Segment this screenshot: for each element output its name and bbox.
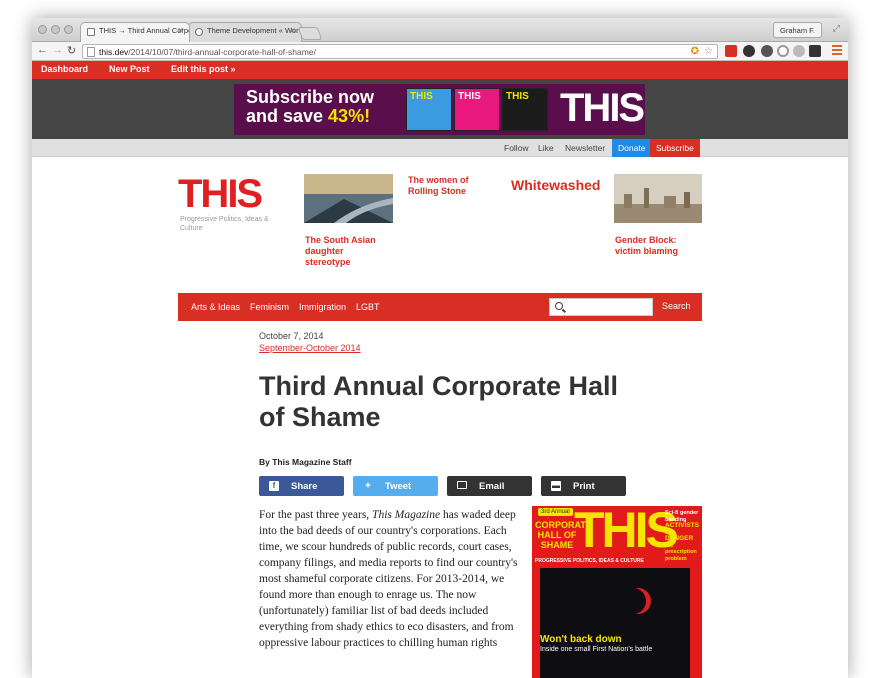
browser-toolbar: ← → ↻ this.dev/2014/10/07/third-annual-c… bbox=[32, 42, 848, 61]
subscribe-button[interactable]: Subscribe bbox=[650, 139, 700, 157]
banner-text: Subscribe now and save 43%! bbox=[246, 87, 375, 126]
search-icon bbox=[555, 302, 563, 310]
cover-hall-of-shame: CORPORATE HALL OF SHAME bbox=[535, 520, 592, 550]
cover-thumbnail: THIS bbox=[502, 88, 548, 131]
email-share-button[interactable]: Email bbox=[447, 476, 532, 496]
cover-headline: Won't back down bbox=[540, 634, 622, 645]
featured-headline-whitewashed[interactable]: Whitewashed bbox=[511, 177, 600, 193]
magazine-cover-image[interactable]: 3rd Annual CORPORATE HALL OF SHAME THIS … bbox=[532, 506, 702, 678]
cover-subtitle: PROGRESSIVE POLITICS, IDEAS & CULTURE bbox=[535, 558, 644, 564]
nav-item-immigration[interactable]: Immigration bbox=[299, 302, 346, 312]
fullscreen-icon[interactable]: ⤢ bbox=[833, 23, 840, 34]
extension-grey-icon[interactable] bbox=[793, 45, 805, 57]
featured-headline-rolling-stone[interactable]: The women of Rolling Stone bbox=[408, 175, 488, 197]
browser-window: THIS → Third Annual Corpo ✕ Theme Develo… bbox=[32, 18, 848, 678]
cover-badge: 3rd Annual bbox=[538, 508, 573, 516]
main-nav: Arts & Ideas Feminism Immigration LGBT S… bbox=[178, 293, 702, 321]
featured-headline-south-asian[interactable]: The South Asian daughter stereotype bbox=[305, 235, 390, 268]
nav-item-arts-ideas[interactable]: Arts & Ideas bbox=[191, 302, 240, 312]
featured-headline-gender-block[interactable]: Gender Block: victim blaming bbox=[615, 235, 700, 257]
wp-admin-bar: Dashboard New Post Edit this post » bbox=[32, 61, 848, 79]
page-viewport: Dashboard New Post Edit this post » Subs… bbox=[32, 61, 848, 678]
back-icon[interactable]: ← bbox=[37, 44, 48, 56]
chrome-menu-icon[interactable] bbox=[832, 45, 842, 57]
article-byline: By This Magazine Staff bbox=[259, 457, 352, 467]
url-text[interactable]: this.dev/2014/10/07/third-annual-corpora… bbox=[99, 47, 316, 57]
twitter-share-button[interactable]: ✦ Tweet bbox=[353, 476, 438, 496]
tab-theme-development[interactable]: Theme Development « Wor ✕ bbox=[188, 22, 302, 42]
close-tab-icon[interactable]: ✕ bbox=[177, 26, 184, 35]
social-bar: Follow Like Newsletter Donate Subscribe bbox=[32, 139, 848, 157]
maximize-window-button[interactable] bbox=[64, 25, 73, 34]
cover-side-text: Sci-fi gender bending ACTIVISTS IN DANGE… bbox=[665, 510, 699, 562]
cover-logo: THIS bbox=[574, 506, 679, 558]
close-window-button[interactable] bbox=[38, 25, 47, 34]
nav-item-feminism[interactable]: Feminism bbox=[250, 302, 289, 312]
forward-icon[interactable]: → bbox=[52, 44, 63, 56]
page-favicon-icon bbox=[87, 28, 95, 36]
issue-link[interactable]: September-October 2014 bbox=[259, 343, 361, 353]
follow-link[interactable]: Follow bbox=[498, 139, 535, 157]
cover-illustration bbox=[540, 568, 690, 678]
site-tagline: Progressive Politics, Ideas & Culture bbox=[180, 216, 269, 232]
featured-thumbnail-city[interactable] bbox=[614, 174, 702, 223]
extension-badge-icon[interactable] bbox=[725, 45, 737, 57]
envelope-icon bbox=[457, 481, 467, 489]
page-icon bbox=[87, 47, 95, 57]
facebook-icon: f bbox=[269, 481, 279, 491]
search-box[interactable] bbox=[549, 298, 653, 316]
like-link[interactable]: Like bbox=[532, 139, 560, 157]
article-date: October 7, 2014 bbox=[259, 331, 324, 341]
printer-icon: ▬ bbox=[551, 481, 561, 491]
minimize-window-button[interactable] bbox=[51, 25, 60, 34]
cover-thumbnail: THIS bbox=[406, 88, 452, 131]
new-tab-button[interactable] bbox=[297, 27, 323, 40]
article-title: Third Annual Corporate Hall of Shame bbox=[259, 371, 619, 432]
new-post-link[interactable]: New Post bbox=[109, 64, 150, 74]
ad-zone: Subscribe now and save 43%! THIS THIS TH… bbox=[32, 79, 848, 139]
moon-shape bbox=[620, 588, 646, 614]
cover-thumbnail: THIS bbox=[454, 88, 500, 131]
tab-bar: THIS → Third Annual Corpo ✕ Theme Develo… bbox=[32, 18, 848, 42]
newsletter-link[interactable]: Newsletter bbox=[559, 139, 611, 157]
tab-this-article[interactable]: THIS → Third Annual Corpo ✕ bbox=[80, 22, 190, 42]
wordpress-favicon-icon bbox=[195, 28, 203, 36]
user-profile-button[interactable]: Graham F. bbox=[772, 22, 822, 38]
extension-window-icon[interactable] bbox=[809, 45, 821, 57]
twitter-bird-icon: ✦ bbox=[364, 481, 372, 490]
close-tab-icon[interactable]: ✕ bbox=[289, 26, 296, 35]
search-button[interactable]: Search bbox=[662, 301, 691, 311]
extension-dark-icon[interactable] bbox=[743, 45, 755, 57]
bookmark-star-icon[interactable]: ☆ bbox=[704, 46, 713, 57]
extension-key-icon[interactable]: ✪ bbox=[691, 46, 699, 57]
facebook-share-button[interactable]: f Share bbox=[259, 476, 344, 496]
extension-pocket-icon[interactable] bbox=[777, 45, 789, 57]
featured-thumbnail-road[interactable] bbox=[304, 174, 393, 223]
nav-item-lgbt[interactable]: LGBT bbox=[356, 302, 380, 312]
extension-globe-icon[interactable] bbox=[761, 45, 773, 57]
search-input[interactable] bbox=[568, 301, 650, 314]
dashboard-link[interactable]: Dashboard bbox=[41, 64, 88, 74]
article-body: For the past three years, This Magazine … bbox=[259, 509, 518, 649]
address-bar[interactable]: this.dev/2014/10/07/third-annual-corpora… bbox=[82, 44, 718, 59]
banner-logo: THIS bbox=[560, 86, 645, 130]
donate-button[interactable]: Donate bbox=[612, 139, 652, 157]
tab-title: Theme Development « Wor bbox=[207, 26, 299, 35]
print-button[interactable]: ▬ Print bbox=[541, 476, 626, 496]
reload-icon[interactable]: ↻ bbox=[67, 44, 76, 57]
edit-post-link[interactable]: Edit this post » bbox=[171, 64, 236, 74]
site-logo[interactable]: THIS bbox=[178, 174, 263, 214]
cover-subhead: Inside one small First Nation's battle bbox=[540, 646, 653, 653]
subscribe-banner[interactable]: Subscribe now and save 43%! THIS THIS TH… bbox=[234, 84, 645, 135]
